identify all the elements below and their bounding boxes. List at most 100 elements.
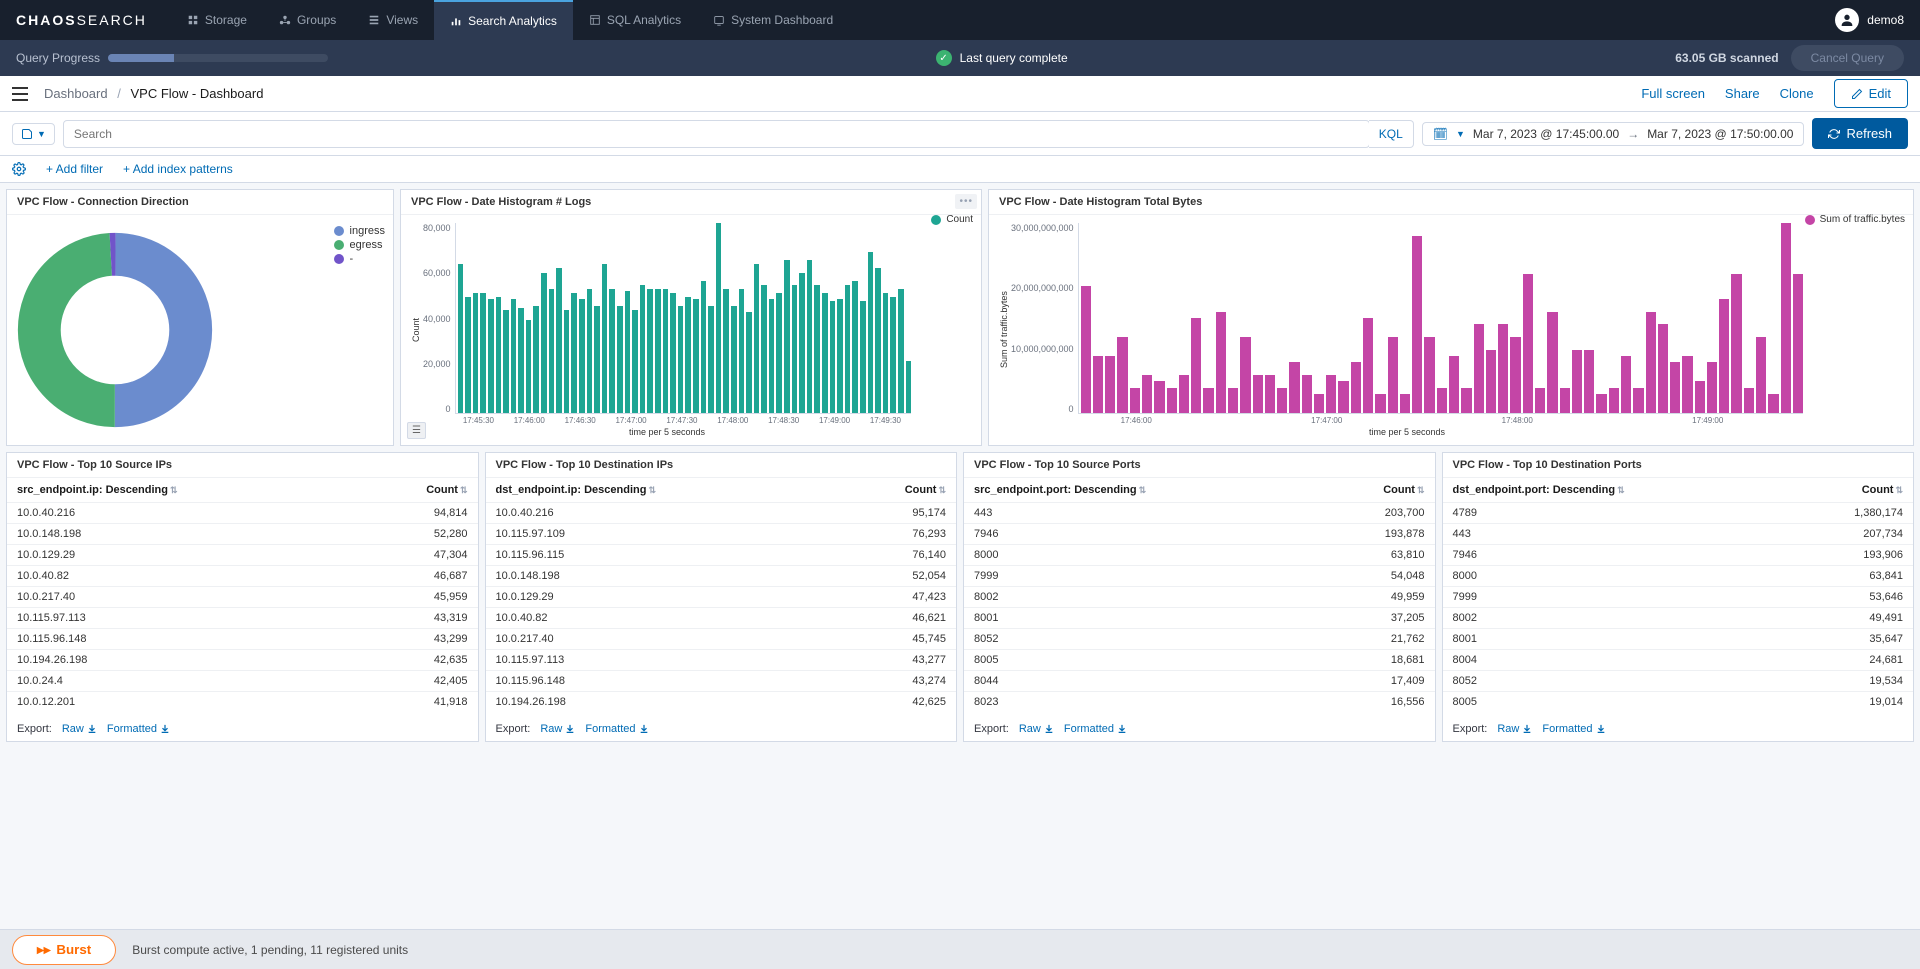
table-row[interactable]: 10.0.12.20141,918 [7,692,478,713]
time-from: Mar 7, 2023 @ 17:45:00.00 [1473,127,1619,141]
edit-button[interactable]: Edit [1834,79,1908,108]
table-row[interactable]: 10.115.97.11343,277 [486,650,957,671]
user-menu[interactable]: demo8 [1835,8,1904,32]
refresh-icon [1828,128,1840,140]
table-row[interactable]: 800249,491 [1443,608,1914,629]
topnav-storage[interactable]: Storage [171,0,263,40]
brand-logo: CHAOSSEARCH [16,12,147,28]
legend-item[interactable]: - [334,253,385,265]
legend-item[interactable]: ingress [334,225,385,237]
data-table: dst_endpoint.port: Descending⇅Count⇅4789… [1443,478,1914,712]
column-header[interactable]: Count⇅ [1321,478,1435,503]
share-link[interactable]: Share [1725,86,1760,101]
time-range-picker[interactable]: 🗓 ▼ Mar 7, 2023 @ 17:45:00.00 → Mar 7, 2… [1422,122,1805,146]
table-row[interactable]: 10.194.26.19842,625 [486,692,957,713]
add-index-pattern-link[interactable]: + Add index patterns [123,162,233,176]
refresh-button[interactable]: Refresh [1812,118,1908,149]
table-row[interactable]: 800518,681 [964,650,1435,671]
column-header[interactable]: src_endpoint.ip: Descending⇅ [7,478,358,503]
table-row[interactable]: 800063,810 [964,545,1435,566]
topnav-system-dashboard[interactable]: System Dashboard [697,0,849,40]
table-row[interactable]: 800063,841 [1443,566,1914,587]
add-filter-link[interactable]: + Add filter [46,162,103,176]
breadcrumb-root[interactable]: Dashboard [44,86,108,101]
table-row[interactable]: 10.115.96.14843,299 [7,629,478,650]
table-row[interactable]: 10.0.40.21694,814 [7,503,478,524]
burst-status-text: Burst compute active, 1 pending, 11 regi… [132,943,408,957]
table-row[interactable]: 10.194.26.19842,635 [7,650,478,671]
table-row[interactable]: 10.0.40.8246,621 [486,608,957,629]
table-row[interactable]: 10.0.148.19852,054 [486,566,957,587]
kql-toggle[interactable]: KQL [1369,120,1414,148]
export-raw-link[interactable]: Raw [62,723,97,735]
table-row[interactable]: 799954,048 [964,566,1435,587]
column-header[interactable]: dst_endpoint.ip: Descending⇅ [486,478,837,503]
burst-button[interactable]: ▸▸ Burst [12,935,116,965]
export-formatted-link[interactable]: Formatted [585,723,648,735]
saved-search-button[interactable]: ▼ [12,123,55,145]
table-row[interactable]: 804417,409 [964,671,1435,692]
table-row[interactable]: 800249,959 [964,587,1435,608]
table-row[interactable]: 10.0.40.8246,687 [7,566,478,587]
table-row[interactable]: 805221,762 [964,629,1435,650]
hamburger-icon[interactable] [12,87,28,101]
table-row[interactable]: 10.115.96.14843,274 [486,671,957,692]
top-nav: StorageGroupsViewsSearch AnalyticsSQL An… [171,0,849,40]
export-raw-link[interactable]: Raw [1019,723,1054,735]
table-row[interactable]: 800424,681 [1443,650,1914,671]
export-raw-link[interactable]: Raw [1497,723,1532,735]
export-formatted-link[interactable]: Formatted [1064,723,1127,735]
table-row[interactable]: 10.0.148.19852,280 [7,524,478,545]
column-header[interactable]: dst_endpoint.port: Descending⇅ [1443,478,1789,503]
bar-chart [1078,223,1803,414]
list-toggle-icon[interactable]: ☰ [407,422,426,439]
full-screen-link[interactable]: Full screen [1641,86,1705,101]
table-row[interactable]: 10.0.24.442,405 [7,671,478,692]
column-header[interactable]: Count⇅ [358,478,477,503]
column-header[interactable]: src_endpoint.port: Descending⇅ [964,478,1321,503]
table-row[interactable]: 10.115.97.10976,293 [486,524,957,545]
panel-title: VPC Flow - Date Histogram # Logs [401,190,981,215]
topnav-views[interactable]: Views [352,0,434,40]
export-raw-link[interactable]: Raw [540,723,575,735]
column-header[interactable]: Count⇅ [1789,478,1913,503]
filter-settings-icon[interactable] [12,162,26,176]
dashboard-grid-row1: VPC Flow - Connection Direction ingresse… [0,183,1920,452]
nav-icon [279,14,291,26]
table-row[interactable]: 47891,380,174 [1443,503,1914,524]
table-row[interactable]: 443203,700 [964,503,1435,524]
export-formatted-link[interactable]: Formatted [107,723,170,735]
topnav-sql-analytics[interactable]: SQL Analytics [573,0,697,40]
panel-hist-logs: VPC Flow - Date Histogram # Logs ••• Cou… [400,189,982,446]
column-header[interactable]: Count⇅ [837,478,956,503]
export-formatted-link[interactable]: Formatted [1542,723,1605,735]
table-row[interactable]: 443207,734 [1443,524,1914,545]
table-row[interactable]: 802316,556 [964,692,1435,713]
table-row[interactable]: 805219,534 [1443,671,1914,692]
table-row[interactable]: 7946193,878 [964,524,1435,545]
table-row[interactable]: 10.115.96.11576,140 [486,545,957,566]
topnav-search-analytics[interactable]: Search Analytics [434,0,573,40]
export-row: Export:Raw Formatted [7,717,478,741]
x-axis: 17:46:0017:47:0017:48:0017:49:00 [1011,414,1803,425]
cancel-query-button[interactable]: Cancel Query [1791,45,1904,71]
table-row[interactable]: 10.115.97.11343,319 [7,608,478,629]
nav-icon [713,14,725,26]
panel-options-icon[interactable]: ••• [955,194,977,209]
table-row[interactable]: 10.0.129.2947,304 [7,545,478,566]
search-input[interactable] [63,120,1370,148]
table-row[interactable]: 800135,647 [1443,629,1914,650]
topnav-groups[interactable]: Groups [263,0,352,40]
table-row[interactable]: 800519,014 [1443,692,1914,713]
table-row[interactable]: 799953,646 [1443,587,1914,608]
table-row[interactable]: 10.0.217.4045,959 [7,587,478,608]
table-row[interactable]: 10.0.217.4045,745 [486,629,957,650]
table-row[interactable]: 7946193,906 [1443,545,1914,566]
donut-chart [15,230,215,430]
table-row[interactable]: 10.0.40.21695,174 [486,503,957,524]
legend-item[interactable]: egress [334,239,385,251]
export-row: Export:Raw Formatted [486,717,957,741]
table-row[interactable]: 10.0.129.2947,423 [486,587,957,608]
clone-link[interactable]: Clone [1780,86,1814,101]
table-row[interactable]: 800137,205 [964,608,1435,629]
